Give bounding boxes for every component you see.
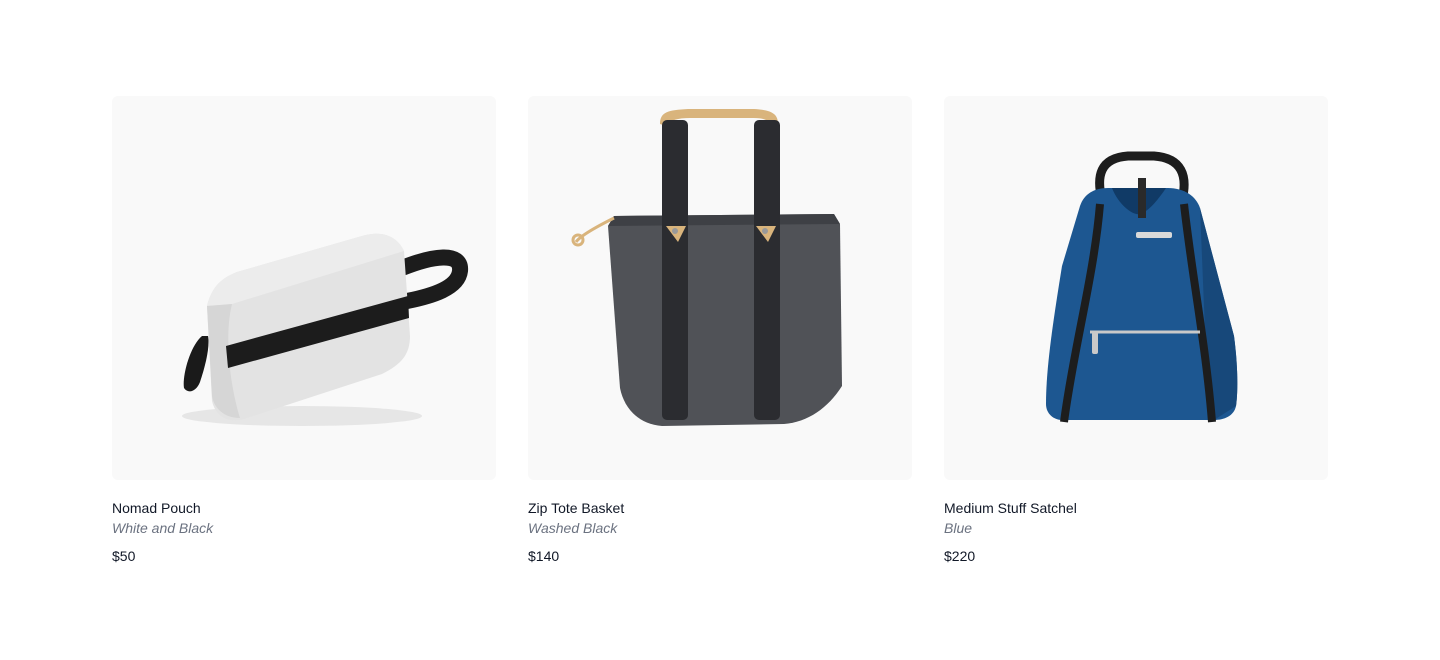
product-name[interactable]: Zip Tote Basket [528, 498, 912, 518]
tote-bag-image [571, 109, 842, 426]
product-image[interactable] [528, 96, 912, 480]
product-image[interactable] [112, 96, 496, 480]
product-color: Blue [944, 520, 973, 536]
product-image[interactable] [944, 96, 1328, 480]
product-card[interactable]: Nomad Pouch White and Black $50 [112, 96, 496, 566]
product-color: White and Black [112, 520, 214, 536]
product-price: $220 [944, 548, 976, 564]
pouch-image [182, 233, 468, 426]
product-price: $50 [112, 548, 136, 564]
product-price: $140 [528, 548, 560, 564]
product-name[interactable]: Nomad Pouch [112, 498, 496, 518]
product-card[interactable]: Zip Tote Basket Washed Black $140 [528, 96, 912, 566]
product-color: Washed Black [528, 520, 618, 536]
product-grid: Nomad Pouch White and Black $50 Zip Tote… [112, 96, 1328, 566]
product-card[interactable]: Medium Stuff Satchel Blue $220 [944, 96, 1328, 566]
backpack-image [1046, 151, 1238, 423]
product-name[interactable]: Medium Stuff Satchel [944, 498, 1328, 518]
